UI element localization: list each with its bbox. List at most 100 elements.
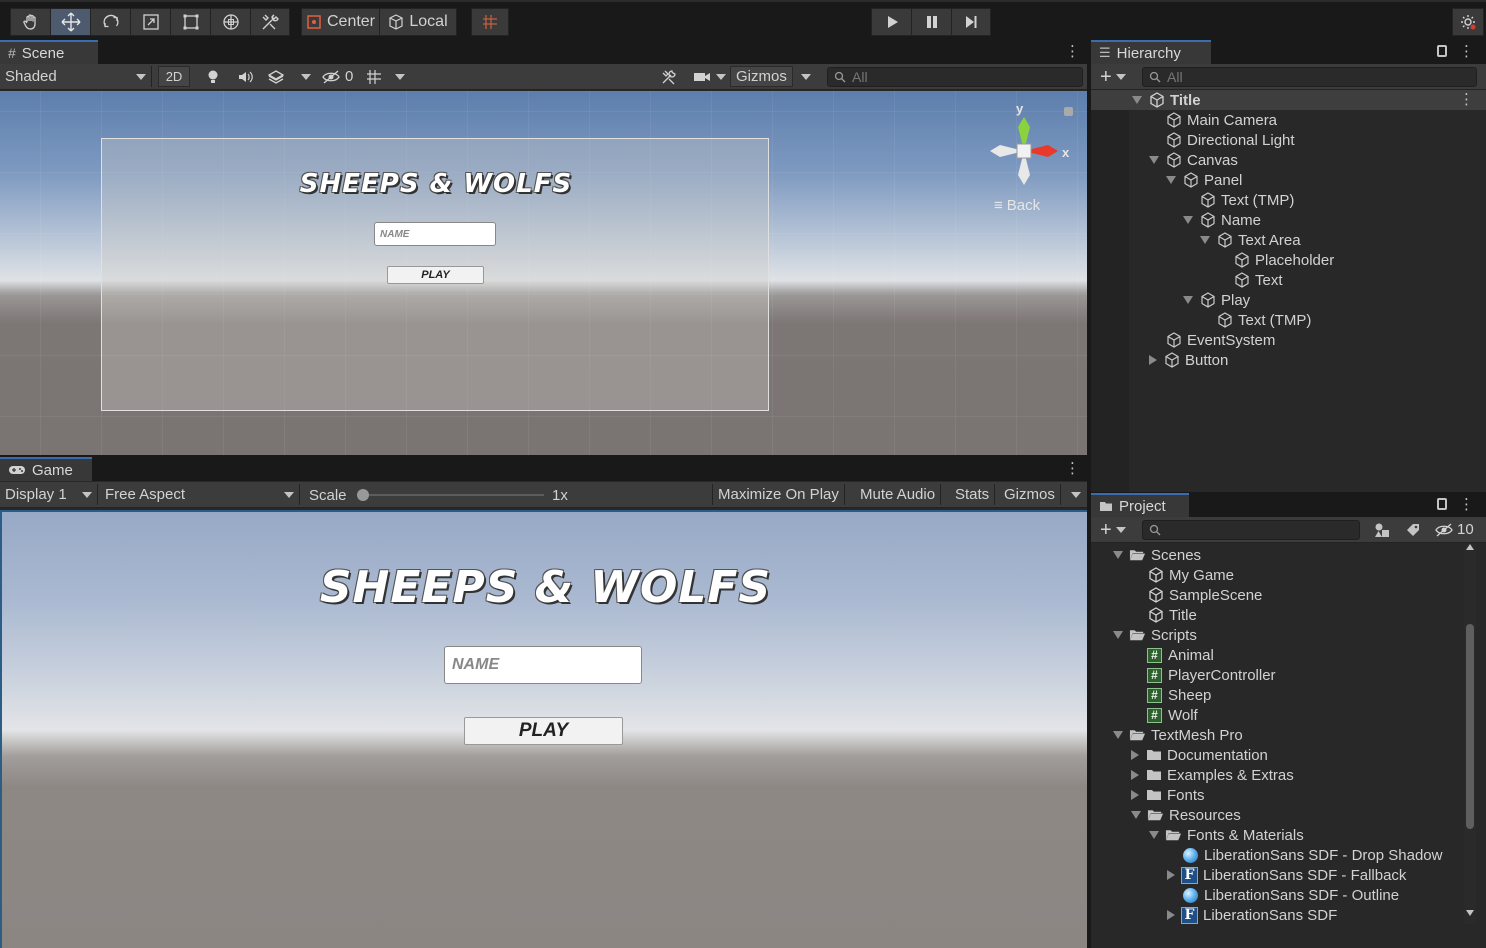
scene-play-button[interactable]: PLAY: [387, 266, 484, 284]
expand-arrow-icon[interactable]: [1113, 551, 1123, 559]
expand-arrow-icon[interactable]: [1149, 355, 1157, 365]
search-by-label-button[interactable]: [1400, 519, 1426, 540]
expand-arrow-icon[interactable]: [1167, 910, 1175, 920]
project-item[interactable]: LiberationSans SDF - Outline: [1091, 885, 1464, 905]
project-item[interactable]: SampleScene: [1091, 585, 1464, 605]
transform-tool-icon[interactable]: [210, 8, 250, 36]
expand-arrow-icon[interactable]: [1166, 176, 1176, 184]
panel-divider[interactable]: [1087, 40, 1091, 948]
expand-arrow-icon[interactable]: [1183, 296, 1193, 304]
hierarchy-item[interactable]: Text (TMP): [1091, 310, 1486, 330]
snap-increment-button[interactable]: [471, 8, 509, 36]
effects-dropdown[interactable]: [296, 66, 316, 87]
shading-mode-dropdown[interactable]: Shaded: [0, 66, 152, 87]
project-item[interactable]: Resources: [1091, 805, 1464, 825]
project-item[interactable]: # Wolf: [1091, 705, 1464, 725]
hierarchy-item[interactable]: Text Area: [1091, 230, 1486, 250]
expand-arrow-icon[interactable]: [1149, 831, 1159, 839]
lock-icon[interactable]: [1437, 498, 1447, 510]
scale-slider-handle[interactable]: [357, 489, 369, 501]
expand-arrow-icon[interactable]: [1149, 156, 1159, 164]
scene-canvas-rect[interactable]: SHEEPS & WOLFS NAME PLAY: [101, 138, 769, 411]
hierarchy-item[interactable]: Placeholder: [1091, 250, 1486, 270]
audio-toggle[interactable]: [232, 66, 258, 87]
scene-row-menu-icon[interactable]: ⋮: [1459, 91, 1474, 109]
project-item[interactable]: TextMesh Pro: [1091, 725, 1464, 745]
game-name-input[interactable]: NAME: [444, 646, 642, 684]
game-gizmos-toggle[interactable]: Gizmos: [999, 484, 1061, 505]
hierarchy-item[interactable]: EventSystem: [1091, 330, 1486, 350]
project-item[interactable]: # Sheep: [1091, 685, 1464, 705]
scale-slider-track[interactable]: [360, 494, 544, 496]
camera-dropdown[interactable]: [688, 66, 731, 87]
grid-dropdown[interactable]: [390, 66, 410, 87]
hierarchy-search-input[interactable]: All: [1142, 67, 1477, 87]
hierarchy-scene-row[interactable]: Title ⋮: [1091, 90, 1486, 110]
scroll-down-icon[interactable]: [1466, 910, 1474, 916]
expand-arrow-icon[interactable]: [1132, 96, 1142, 104]
project-scrollbar[interactable]: [1464, 544, 1476, 924]
aspect-dropdown[interactable]: Free Aspect: [100, 484, 300, 505]
project-item[interactable]: F LiberationSans SDF: [1091, 905, 1464, 924]
project-item[interactable]: My Game: [1091, 565, 1464, 585]
expand-arrow-icon[interactable]: [1131, 811, 1141, 819]
expand-arrow-icon[interactable]: [1131, 790, 1139, 800]
play-button[interactable]: [871, 8, 911, 36]
project-item[interactable]: Examples & Extras: [1091, 765, 1464, 785]
cloud-settings-button[interactable]: [1452, 8, 1484, 36]
custom-tool-icon[interactable]: [250, 8, 290, 36]
view-label[interactable]: ≡ Back: [994, 197, 1040, 214]
game-menu-icon[interactable]: ⋮: [1065, 460, 1080, 478]
project-menu-icon[interactable]: ⋮: [1459, 496, 1474, 514]
expand-arrow-icon[interactable]: [1131, 770, 1139, 780]
rotate-tool-icon[interactable]: [90, 8, 130, 36]
hand-tool-icon[interactable]: [10, 8, 50, 36]
hierarchy-item[interactable]: Play: [1091, 290, 1486, 310]
project-item[interactable]: Scenes: [1091, 545, 1464, 565]
mode-2d-toggle[interactable]: 2D: [158, 66, 190, 87]
scene-gizmos-dropdown[interactable]: [796, 66, 816, 87]
tab-hierarchy[interactable]: ☰ Hierarchy: [1091, 40, 1211, 64]
project-item[interactable]: Scripts: [1091, 625, 1464, 645]
hierarchy-item[interactable]: Name: [1091, 210, 1486, 230]
lock-icon[interactable]: [1437, 45, 1447, 57]
project-item[interactable]: Title: [1091, 605, 1464, 625]
tab-scene[interactable]: # Scene: [0, 40, 98, 64]
scene-search-input[interactable]: All: [827, 67, 1083, 87]
scene-menu-icon[interactable]: ⋮: [1065, 43, 1080, 61]
lighting-toggle[interactable]: [200, 66, 226, 87]
expand-arrow-icon[interactable]: [1200, 236, 1210, 244]
hierarchy-item[interactable]: Button: [1091, 350, 1486, 370]
pause-button[interactable]: [911, 8, 951, 36]
create-dropdown[interactable]: +: [1095, 66, 1131, 87]
effects-toggle[interactable]: [262, 66, 290, 87]
project-item[interactable]: # Animal: [1091, 645, 1464, 665]
hierarchy-item[interactable]: Canvas: [1091, 150, 1486, 170]
expand-arrow-icon[interactable]: [1113, 631, 1123, 639]
hierarchy-item[interactable]: Text (TMP): [1091, 190, 1486, 210]
game-play-button[interactable]: PLAY: [464, 717, 623, 745]
rect-tool-icon[interactable]: [170, 8, 210, 36]
hierarchy-item[interactable]: Text: [1091, 270, 1486, 290]
scene-visibility-toggle[interactable]: 0: [316, 66, 358, 87]
grid-toggle[interactable]: [360, 66, 388, 87]
hierarchy-menu-icon[interactable]: ⋮: [1459, 43, 1474, 61]
game-viewport[interactable]: SHEEPS & WOLFS NAME PLAY: [0, 510, 1087, 948]
tab-project[interactable]: Project: [1091, 493, 1189, 517]
expand-arrow-icon[interactable]: [1113, 731, 1123, 739]
move-tool-icon[interactable]: [50, 8, 90, 36]
project-item[interactable]: Fonts & Materials: [1091, 825, 1464, 845]
step-button[interactable]: [951, 8, 991, 36]
hierarchy-item[interactable]: Panel: [1091, 170, 1486, 190]
project-create-dropdown[interactable]: +: [1095, 519, 1131, 540]
pivot-center-button[interactable]: Center: [301, 8, 379, 36]
hierarchy-item[interactable]: Directional Light: [1091, 130, 1486, 150]
project-item[interactable]: LiberationSans SDF - Drop Shadow: [1091, 845, 1464, 865]
tools-button[interactable]: [656, 66, 682, 87]
stats-toggle[interactable]: Stats: [950, 484, 996, 505]
project-item[interactable]: Fonts: [1091, 785, 1464, 805]
project-item[interactable]: Documentation: [1091, 745, 1464, 765]
orientation-gizmo[interactable]: y x ≡ Back: [986, 99, 1076, 214]
lock-icon[interactable]: [1064, 107, 1073, 116]
hidden-packages-toggle[interactable]: 10: [1429, 519, 1479, 540]
